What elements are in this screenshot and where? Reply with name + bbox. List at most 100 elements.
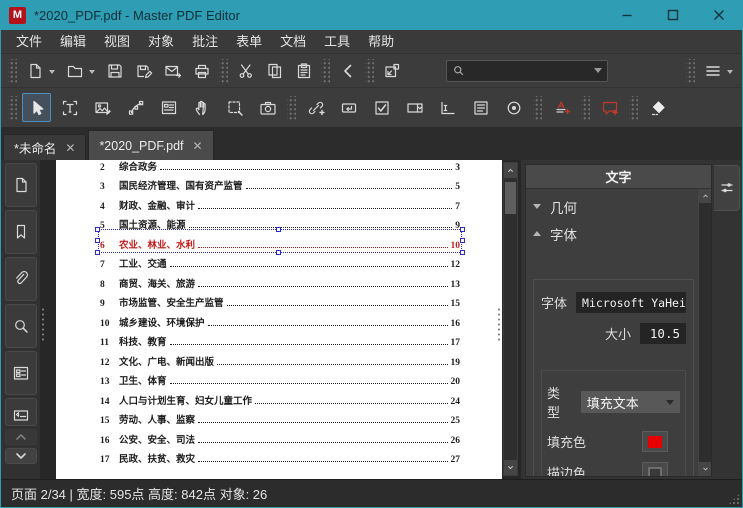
toc-row[interactable]: 4 财政、金融、审计 7 [100, 192, 460, 212]
scroll-up-button[interactable] [5, 429, 37, 445]
scroll-down-icon[interactable] [504, 460, 517, 475]
section-font[interactable]: 字体 [533, 220, 694, 247]
send-email-button[interactable] [159, 58, 186, 84]
list-box-button[interactable] [466, 93, 495, 122]
type-select[interactable]: 填充文本 [581, 391, 680, 413]
edit-image-button[interactable] [88, 93, 117, 122]
toc-row[interactable]: 14 人口与计划生育、妇女儿童工作 24 [100, 387, 460, 407]
search-document-button[interactable] [5, 304, 37, 348]
stroke-color-swatch[interactable] [642, 462, 668, 476]
form-fields-icon [12, 364, 30, 382]
toc-row[interactable]: 13 卫生、体育 20 [100, 368, 460, 388]
snapshot-button[interactable] [253, 93, 282, 122]
toc-title: 国民经济管理、国有资产监管 [119, 178, 243, 192]
toc-row[interactable]: 6 农业、林业、水利 10 [100, 231, 460, 251]
panel-splitter[interactable] [497, 307, 501, 343]
combo-box-button[interactable] [400, 93, 429, 122]
bookmarks-button[interactable] [5, 210, 37, 254]
push-button-icon [340, 99, 358, 117]
add-link-button[interactable] [301, 93, 330, 122]
print-button[interactable] [188, 58, 215, 84]
push-button-button[interactable] [334, 93, 363, 122]
toc-row[interactable]: 15 劳动、人事、监察 25 [100, 407, 460, 427]
menu-item[interactable]: 批注 [183, 30, 227, 54]
main-menu-button[interactable] [699, 58, 737, 84]
copy-button[interactable] [261, 58, 288, 84]
save-as-button[interactable] [130, 58, 157, 84]
document-tab[interactable]: *未命名 ✕ [3, 134, 86, 160]
scrollbar-track[interactable] [504, 178, 517, 460]
toc-row[interactable]: 12 文化、广电、新闻出版 19 [100, 348, 460, 368]
fit-page-button[interactable] [378, 58, 405, 84]
new-document-button[interactable] [21, 58, 59, 84]
toolbar-grip[interactable] [8, 96, 17, 120]
toc-row[interactable]: 11 科技、教育 17 [100, 329, 460, 349]
tab-close-icon[interactable]: ✕ [193, 139, 203, 153]
menu-item[interactable]: 对象 [139, 30, 183, 54]
toolbar-separator [287, 96, 296, 120]
scroll-down-button[interactable] [5, 448, 37, 464]
panel-scrollbar[interactable] [698, 189, 711, 476]
radio-button-button[interactable] [499, 93, 528, 122]
paste-button[interactable] [290, 58, 317, 84]
toolbar-grip[interactable] [8, 59, 17, 83]
scroll-up-icon[interactable] [504, 163, 517, 178]
close-button[interactable] [696, 0, 742, 30]
hand-tool-button[interactable] [187, 93, 216, 122]
toc-row[interactable]: 3 国民经济管理、国有资产监管 5 [100, 173, 460, 193]
form-fields-button[interactable] [5, 351, 37, 395]
document-scrollbar[interactable] [503, 162, 518, 476]
attachments-button[interactable] [5, 257, 37, 301]
menu-item[interactable]: 编辑 [51, 30, 95, 54]
select-tool-button[interactable] [22, 93, 51, 122]
toc-title: 公安、安全、司法 [119, 432, 195, 446]
check-box-button[interactable] [367, 93, 396, 122]
section-geometry[interactable]: 几何 [533, 193, 694, 220]
sticky-note-button[interactable] [595, 93, 624, 122]
toc-number: 13 [100, 377, 114, 387]
toc-row[interactable]: 8 商贸、海关、旅游 13 [100, 270, 460, 290]
menu-item[interactable]: 视图 [95, 30, 139, 54]
signatures-button[interactable] [5, 398, 37, 426]
fill-color-swatch[interactable] [642, 431, 668, 452]
eraser-button[interactable] [643, 93, 672, 122]
panel-scroll-down-icon[interactable] [699, 462, 711, 476]
menu-item[interactable]: 文件 [7, 30, 51, 54]
edit-text-button[interactable] [55, 93, 84, 122]
edit-form-button[interactable] [154, 93, 183, 122]
properties-tab[interactable] [714, 165, 740, 211]
edit-path-button[interactable] [121, 93, 150, 122]
select-region-button[interactable] [220, 93, 249, 122]
menu-item[interactable]: 工具 [315, 30, 359, 54]
toc-row[interactable]: 17 民政、扶贫、救灾 27 [100, 446, 460, 466]
toc-title: 卫生、体育 [119, 373, 167, 387]
toc-row[interactable]: 2 综合政务 3 [100, 160, 460, 173]
search-document-icon [12, 317, 30, 335]
panel-scroll-up-icon[interactable] [699, 189, 711, 203]
sidebar-splitter[interactable] [41, 307, 45, 343]
save-button[interactable] [101, 58, 128, 84]
font-size-input[interactable]: 10.5 [640, 323, 686, 344]
toc-row[interactable]: 9 市场监管、安全生产监管 15 [100, 290, 460, 310]
search-dropdown-caret-icon[interactable] [594, 68, 602, 73]
scrollbar-thumb[interactable] [505, 182, 516, 214]
open-folder-button[interactable] [61, 58, 99, 84]
menu-item[interactable]: 表单 [227, 30, 271, 54]
toc-row[interactable]: 16 公安、安全、司法 26 [100, 426, 460, 446]
font-family-input[interactable]: Microsoft YaHei [576, 292, 686, 313]
cut-button[interactable] [232, 58, 259, 84]
minimize-button[interactable] [604, 0, 650, 30]
window-resize-grip[interactable] [728, 493, 740, 505]
menu-item[interactable]: 文档 [271, 30, 315, 54]
search-input[interactable] [465, 64, 594, 78]
menu-item[interactable]: 帮助 [359, 30, 403, 54]
tab-close-icon[interactable]: ✕ [65, 141, 75, 155]
text-field-button[interactable] [433, 93, 462, 122]
document-tab[interactable]: *2020_PDF.pdf ✕ [88, 130, 213, 160]
back-button[interactable] [334, 58, 361, 84]
attachments-icon [12, 270, 30, 288]
maximize-button[interactable] [650, 0, 696, 30]
text-annotation-button[interactable] [547, 93, 576, 122]
toc-row[interactable]: 10 城乡建设、环境保护 16 [100, 309, 460, 329]
page-thumbnails-button[interactable] [5, 163, 37, 207]
